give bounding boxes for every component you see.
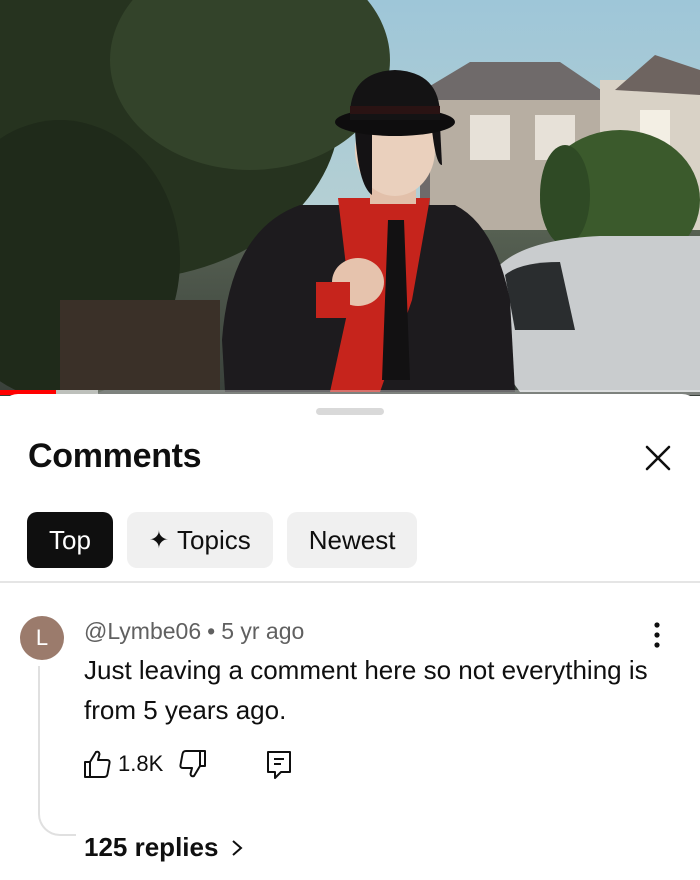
comment-author[interactable]: @Lymbe06 <box>84 618 201 644</box>
dislike-button[interactable] <box>178 748 208 780</box>
divider <box>0 581 700 583</box>
chip-label: Newest <box>308 524 396 555</box>
thumbs-up-icon <box>84 750 111 778</box>
thumbs-down-icon <box>179 750 206 778</box>
replies-label: 125 replies <box>84 832 219 862</box>
reply-icon <box>267 751 291 779</box>
filter-chips: Top ✦ Topics Newest <box>27 512 418 568</box>
comment-time: 5 yr ago <box>221 618 305 644</box>
more-vert-icon <box>654 622 660 648</box>
avatar-letter: L <box>35 625 49 650</box>
video-player[interactable] <box>0 0 700 396</box>
chevron-right-icon <box>232 839 243 856</box>
chip-topics[interactable]: ✦ Topics <box>126 512 273 568</box>
chip-newest[interactable]: Newest <box>286 512 418 568</box>
chip-top[interactable]: Top <box>27 512 113 568</box>
panel-title: Comments <box>28 437 202 475</box>
comment-text: Just leaving a comment here so not every… <box>84 655 648 725</box>
comments-sheet: Comments Top ✦ Topics Newest L @Lymbe06 •… <box>0 394 700 880</box>
view-replies-button[interactable]: 125 replies <box>84 832 244 863</box>
avatar[interactable]: L <box>20 616 64 660</box>
chip-label: Top <box>49 524 91 555</box>
video-frame <box>0 0 700 396</box>
comment-meta: @Lymbe06 • 5 yr ago <box>84 618 304 645</box>
meta-separator: • <box>207 618 216 644</box>
more-options-button[interactable] <box>644 620 670 650</box>
close-button[interactable] <box>638 438 678 478</box>
thread-line <box>38 666 76 836</box>
sparkle-icon: ✦ <box>148 526 170 554</box>
reply-button[interactable] <box>264 748 294 780</box>
chip-label: Topics <box>177 524 251 555</box>
like-count: 1.8K <box>118 751 164 776</box>
like-button[interactable] <box>82 748 112 780</box>
drag-handle[interactable] <box>316 408 384 415</box>
close-icon <box>645 445 671 471</box>
